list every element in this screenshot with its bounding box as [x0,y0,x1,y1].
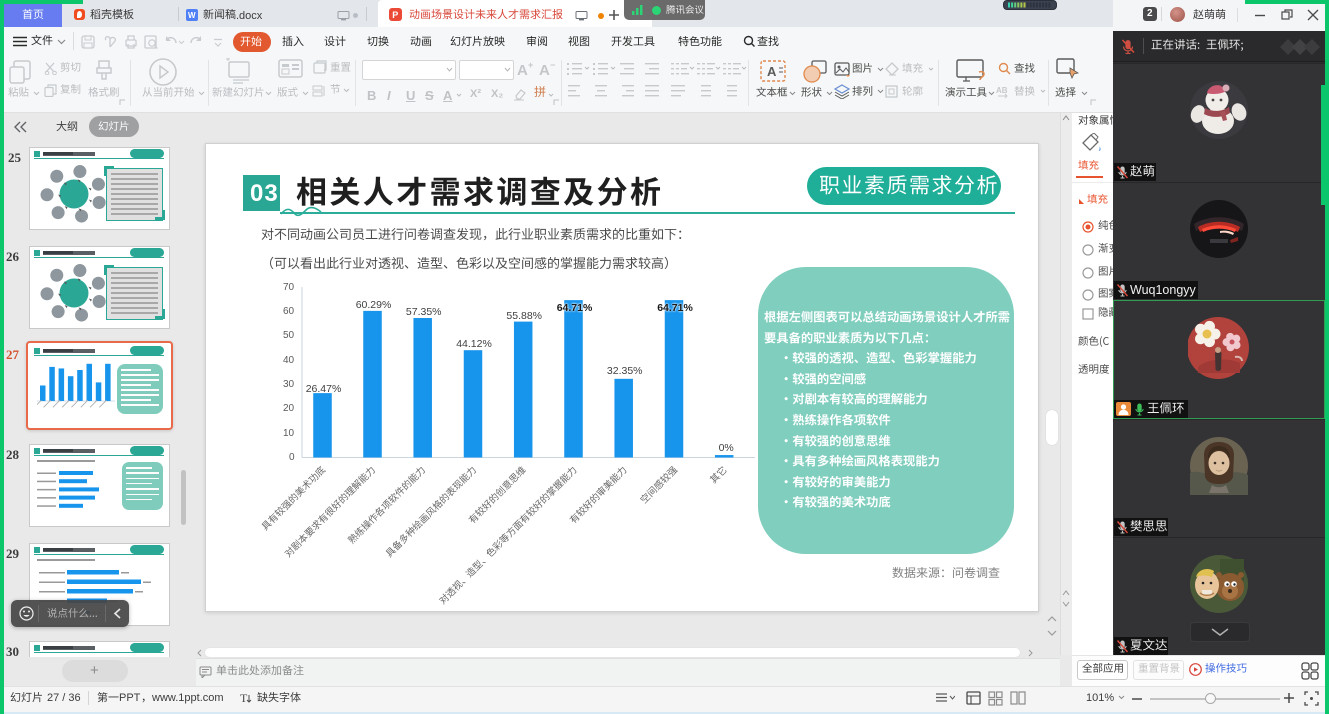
svg-text:AB: AB [996,86,1008,95]
svg-text:A: A [767,64,777,79]
svg-text:T: T [240,691,248,705]
